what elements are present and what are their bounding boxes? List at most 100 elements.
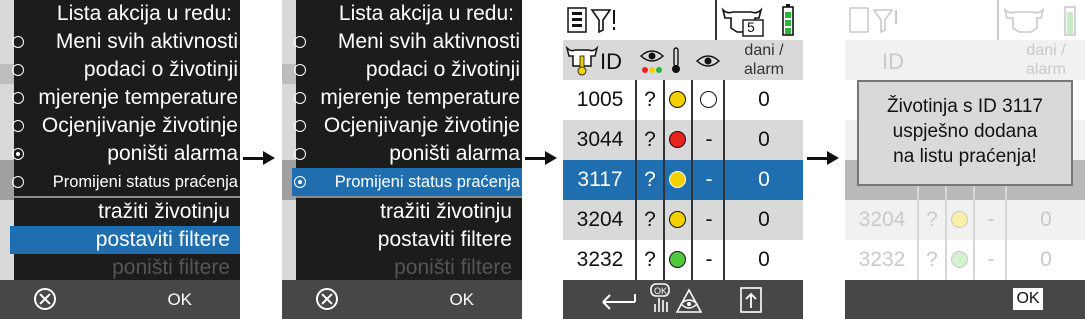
- days-value: 0: [1040, 208, 1052, 231]
- animal-id: 3204: [858, 208, 906, 231]
- table-row[interactable]: 3232 ? - 0: [563, 240, 803, 280]
- radio-icon: [12, 120, 24, 132]
- monitor-status: -: [987, 208, 995, 231]
- alarm-dot-icon: [951, 211, 968, 228]
- menu-panel-2: Lista akcija u redu: Meni svih aktivnost…: [282, 0, 522, 319]
- radio-icon: [294, 92, 306, 104]
- table-row[interactable]: 3204 ? - 0: [563, 200, 803, 240]
- svg-text:OK: OK: [654, 286, 667, 296]
- softkey-bar: OK: [563, 280, 803, 319]
- ok-watch-icon[interactable]: OK: [647, 282, 703, 318]
- monitor-status: -: [987, 248, 995, 271]
- animal-id: 3204: [576, 208, 624, 231]
- table-row-selected[interactable]: 3117 ? - 0: [563, 160, 803, 200]
- action-item[interactable]: poništi alarma: [292, 140, 522, 168]
- action-item[interactable]: Ocjenjivanje životinje: [10, 112, 240, 140]
- scroll-up-icon[interactable]: [739, 286, 763, 314]
- dialog-line: uspješno dodana: [892, 121, 1038, 142]
- radio-icon: [12, 92, 24, 104]
- radio-icon: [12, 36, 24, 48]
- id-header: ID: [882, 49, 904, 74]
- column-divider: [691, 80, 693, 280]
- function-item-disabled: poništi filtere: [112, 256, 230, 279]
- animal-id: 1005: [576, 88, 624, 111]
- action-list: Meni svih aktivnosti podaci o životinji …: [10, 28, 240, 282]
- function-item-selected[interactable]: postaviti filtere: [10, 226, 240, 254]
- radio-icon: [12, 64, 24, 76]
- radio-icon: [294, 120, 306, 132]
- function-item-disabled: poništi filtere: [394, 256, 512, 279]
- action-item[interactable]: Ocjenjivanje životinje: [292, 112, 522, 140]
- softkey-bar: OK: [282, 280, 522, 319]
- status-unknown: ?: [926, 208, 938, 231]
- radio-icon: [294, 64, 306, 76]
- table-row: 3204 ? - 0: [845, 200, 1085, 240]
- action-item[interactable]: Meni svih aktivnosti: [292, 28, 522, 56]
- status-unknown: ?: [644, 88, 656, 111]
- function-item[interactable]: tražiti životinju: [292, 198, 522, 226]
- action-list: Meni svih aktivnosti podaci o životinji …: [292, 28, 522, 282]
- alarm-dot-icon: [951, 251, 968, 268]
- monitor-circle-icon: [700, 91, 717, 108]
- menu-title: Lista akcija u redu:: [296, 0, 522, 28]
- cow-battery-icon: [721, 4, 794, 37]
- animal-id: 3117: [577, 168, 623, 191]
- animal-id: 3232: [576, 248, 624, 271]
- alarm-dot-icon: [669, 251, 686, 268]
- table-header: ID dani / alarm: [845, 40, 1085, 80]
- softkey-bar: OK: [845, 280, 1085, 319]
- days-value: 0: [1040, 248, 1052, 271]
- table-header: ID dani / alarm: [563, 40, 803, 80]
- back-arrow-icon[interactable]: [597, 288, 639, 310]
- dialog-line: na listu praćenja!: [893, 146, 1037, 167]
- column-divider: [723, 80, 725, 280]
- monitor-status: -: [705, 208, 713, 231]
- action-item[interactable]: podaci o životinji: [292, 56, 522, 84]
- table-row[interactable]: 3044 ? - 0: [563, 120, 803, 160]
- table-row[interactable]: 1005 ? 0: [563, 80, 803, 120]
- action-item[interactable]: Promijeni status praćenja: [10, 168, 240, 196]
- list-filter-icon[interactable]: [565, 6, 625, 36]
- monitor-status: -: [705, 128, 713, 151]
- days-header: dani / alarm: [743, 42, 784, 78]
- days-header: dani / alarm: [1025, 42, 1066, 78]
- animal-id: 3232: [858, 248, 906, 271]
- arrow-icon: [525, 151, 557, 165]
- status-bar: [845, 0, 1085, 40]
- confirmation-dialog: Životinja s ID 3117 uspješno dodana na l…: [857, 80, 1073, 186]
- cow-thermometer-icon: [565, 45, 599, 76]
- function-item[interactable]: postaviti filtere: [292, 226, 522, 254]
- status-unknown: ?: [644, 248, 656, 271]
- animal-id: 3044: [576, 128, 624, 151]
- list-filter-icon: [849, 7, 897, 34]
- cow-count: 5: [747, 19, 755, 35]
- action-item[interactable]: mjerenje temperature: [292, 84, 522, 112]
- dialog-line: Životinja s ID 3117: [887, 96, 1043, 117]
- days-value: 0: [758, 88, 770, 111]
- radio-icon: [12, 176, 24, 188]
- action-item[interactable]: podaci o životinji: [10, 56, 240, 84]
- ok-button[interactable]: OK: [449, 290, 474, 310]
- action-item[interactable]: poništi alarma: [10, 140, 240, 168]
- column-divider: [663, 80, 665, 280]
- ok-button[interactable]: OK: [1013, 288, 1043, 310]
- action-item-selected[interactable]: Promijeni status praćenja: [292, 168, 522, 196]
- status-unknown: ?: [926, 248, 938, 271]
- status-bar: 5: [563, 0, 803, 40]
- eye-icon: [695, 55, 721, 67]
- days-value: 0: [758, 128, 770, 151]
- cancel-icon[interactable]: [316, 288, 338, 310]
- alarm-dot-icon: [669, 91, 686, 108]
- alarm-dot-icon: [669, 131, 686, 148]
- action-item[interactable]: Meni svih aktivnosti: [10, 28, 240, 56]
- days-value: 0: [758, 168, 770, 191]
- action-item[interactable]: mjerenje temperature: [10, 84, 240, 112]
- ok-button[interactable]: OK: [167, 290, 192, 310]
- cancel-icon[interactable]: [34, 288, 56, 310]
- monitor-status: -: [705, 248, 713, 271]
- days-value: 0: [758, 208, 770, 231]
- days-value: 0: [758, 248, 770, 271]
- function-item[interactable]: tražiti životinju: [10, 198, 240, 226]
- radio-icon: [294, 148, 306, 160]
- softkey-bar: OK: [0, 280, 240, 319]
